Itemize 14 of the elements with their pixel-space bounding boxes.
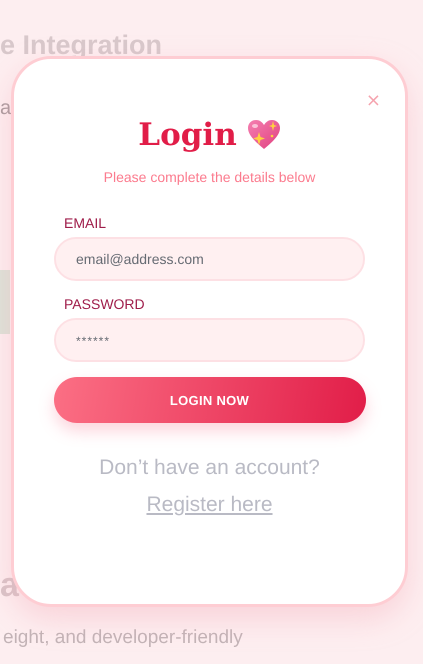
sparkling-heart-icon (246, 119, 281, 151)
signup-prompt: Don’t have an account? (99, 456, 320, 479)
email-field[interactable]: email@address.com (54, 237, 365, 281)
background-button[interactable] (0, 270, 10, 334)
register-link[interactable]: Register here (146, 493, 273, 516)
login-button[interactable]: LOGIN NOW (54, 377, 366, 423)
field-label: EMAIL (63, 215, 108, 231)
body-text: a (0, 97, 12, 120)
password-field[interactable]: ****** (54, 318, 365, 362)
field-label: PASSWORD (63, 296, 146, 312)
dialog-subtitle: Please complete the details below (104, 169, 316, 185)
close-button[interactable]: × (364, 91, 383, 111)
dialog-title: Login (138, 117, 237, 153)
body-text: eight, and developer-friendly (3, 627, 243, 649)
